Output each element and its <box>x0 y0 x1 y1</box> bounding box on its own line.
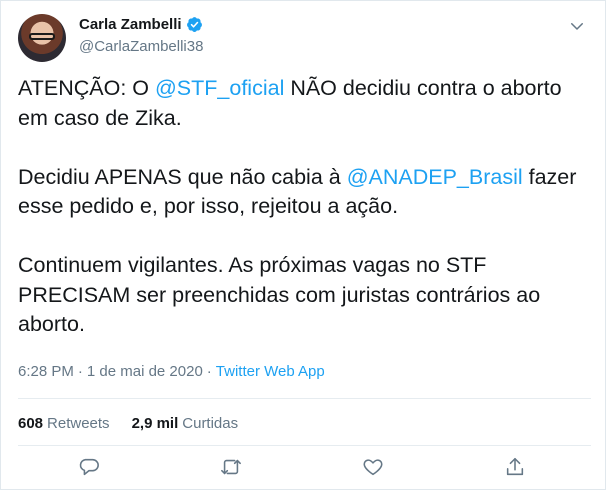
tweet-paragraph-1: ATENÇÃO: O @STF_oficial NÃO decidiu cont… <box>18 74 588 133</box>
verified-badge-icon <box>186 17 202 32</box>
retweet-icon <box>221 459 241 475</box>
tweet-actions <box>1 456 607 486</box>
like-button[interactable] <box>362 456 386 480</box>
mention-stf-oficial[interactable]: @STF_oficial <box>155 76 284 100</box>
retweets-label: Retweets <box>47 415 110 432</box>
share-button[interactable] <box>504 456 528 480</box>
heart-icon <box>363 459 383 476</box>
avatar[interactable] <box>18 14 66 62</box>
divider <box>18 398 591 399</box>
tweet-card: Carla Zambelli @CarlaZambelli38 ATENÇÃO:… <box>0 0 606 490</box>
author-name-row[interactable]: Carla Zambelli <box>79 16 203 33</box>
tweet-text-segment: Decidiu APENAS que não cabia à <box>18 164 347 189</box>
tweet-time[interactable]: 6:28 PM <box>18 363 74 380</box>
likes-stat[interactable]: 2,9 mil Curtidas <box>132 415 239 432</box>
mention-anadep-brasil[interactable]: @ANADEP_Brasil <box>347 165 523 189</box>
author-display-name[interactable]: Carla Zambelli <box>79 16 182 33</box>
tweet-paragraph-3: Continuem vigilantes. As próximas vagas … <box>18 253 541 336</box>
tweet-source-link[interactable]: Twitter Web App <box>216 363 325 380</box>
author-handle[interactable]: @CarlaZambelli38 <box>79 38 203 55</box>
chevron-down-icon[interactable] <box>568 17 586 35</box>
reply-button[interactable] <box>78 456 102 480</box>
retweets-stat[interactable]: 608 Retweets <box>18 415 110 432</box>
tweet-text: ATENÇÃO: O @STF_oficial NÃO decidiu cont… <box>18 74 588 340</box>
tweet-text-segment: ATENÇÃO: O <box>18 76 155 100</box>
retweets-count: 608 <box>18 415 44 432</box>
likes-count: 2,9 mil <box>131 415 179 432</box>
meta-separator: · <box>206 363 212 380</box>
likes-label: Curtidas <box>182 415 239 432</box>
tweet-stats: 608 Retweets 2,9 mil Curtidas <box>18 415 238 432</box>
divider <box>18 445 591 446</box>
reply-icon <box>79 458 99 476</box>
meta-separator: · <box>77 363 83 380</box>
tweet-date[interactable]: 1 de mai de 2020 <box>87 363 203 380</box>
tweet-meta: 6:28 PM · 1 de mai de 2020 · Twitter Web… <box>18 363 325 380</box>
retweet-button[interactable] <box>220 456 244 480</box>
avatar-glasses <box>29 33 55 40</box>
share-icon <box>506 457 524 476</box>
tweet-paragraph-2: Decidiu APENAS que não cabia à @ANADEP_B… <box>18 163 588 222</box>
